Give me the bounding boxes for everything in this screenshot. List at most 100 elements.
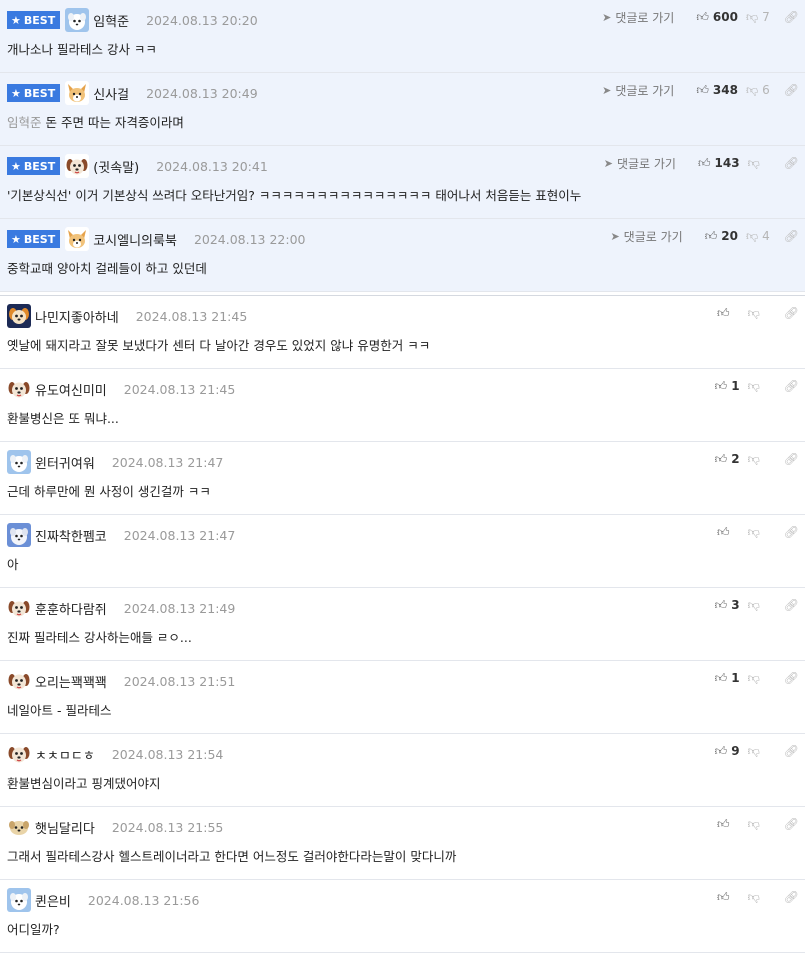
avatar[interactable]	[65, 154, 90, 178]
comment-date: 2024.08.13 21:54	[111, 746, 224, 762]
author-nick[interactable]: 진짜착한펨코	[35, 526, 107, 545]
comment-date: 2024.08.13 20:20	[146, 12, 258, 28]
thumbs-down-icon: 👎︎	[747, 816, 760, 831]
author-nick[interactable]: 햇님달리다	[35, 818, 95, 837]
like-button[interactable]: 👍︎ 3	[715, 598, 740, 613]
best-comment: ★ BEST 임혁준 2024.08.13 20:20 ➤ 댓글로 가기 👍︎ 600…	[0, 0, 805, 73]
dislike-button[interactable]: 👎︎	[748, 598, 770, 613]
go-to-reply-link[interactable]: ➤ 댓글로 가기	[604, 155, 676, 172]
link-icon[interactable]: 🔗︎	[784, 306, 799, 320]
like-button[interactable]: 👍︎ 348	[696, 83, 738, 98]
link-icon[interactable]: 🔗︎	[784, 452, 799, 466]
reply-mention[interactable]: 임혁준	[7, 115, 42, 130]
author-nick[interactable]: 퀸은비	[35, 891, 71, 910]
link-icon[interactable]: 🔗︎	[784, 671, 799, 685]
avatar[interactable]	[7, 450, 31, 474]
author-nick[interactable]: 오리는꽥꽥꽥	[35, 672, 107, 691]
avatar[interactable]	[7, 523, 31, 547]
avatar[interactable]	[65, 227, 90, 251]
thumbs-up-icon: 👍︎	[714, 743, 728, 758]
star-icon: ★	[11, 86, 21, 100]
like-button[interactable]: 👍︎ 1	[715, 671, 740, 686]
link-icon[interactable]: 🔗︎	[784, 83, 799, 97]
avatar[interactable]	[7, 742, 31, 766]
avatar[interactable]	[7, 596, 31, 620]
go-to-reply-link[interactable]: ➤ 댓글로 가기	[610, 228, 682, 245]
go-to-reply-link[interactable]: ➤ 댓글로 가기	[602, 82, 674, 99]
author-nick[interactable]: 유도여신미미	[35, 380, 107, 399]
dislike-button[interactable]: 👎︎	[748, 817, 770, 832]
author-nick[interactable]: 윈터귀여워	[35, 453, 95, 472]
dislike-button[interactable]: 👎︎	[748, 744, 770, 759]
like-button[interactable]: 👍︎ 2	[715, 452, 740, 467]
best-comment: ★ BEST (귓속말) 2024.08.13 20:41 ➤ 댓글로 가기 👍︎ 1…	[0, 146, 805, 219]
avatar[interactable]	[7, 304, 31, 328]
dislike-button[interactable]: 👎︎	[748, 890, 770, 905]
link-icon[interactable]: 🔗︎	[784, 229, 799, 243]
thumbs-up-icon: 👍︎	[717, 305, 730, 320]
thumbs-up-icon: 👍︎	[714, 378, 728, 393]
like-button[interactable]: 👍︎ 1	[715, 379, 740, 394]
author-nick[interactable]: 임혁준	[93, 11, 129, 30]
author-nick[interactable]: (귓속말)	[93, 157, 139, 176]
thumbs-up-icon: 👍︎	[714, 451, 728, 466]
thumbs-up-icon: 👍︎	[696, 82, 709, 97]
comment-date: 2024.08.13 21:47	[123, 527, 236, 543]
link-icon[interactable]: 🔗︎	[784, 744, 799, 758]
like-button[interactable]: 👍︎ 600	[696, 10, 738, 25]
comment-date: 2024.08.13 21:51	[123, 673, 236, 689]
thumbs-down-icon: 👎︎	[745, 82, 759, 97]
dislike-button[interactable]: 👎︎	[748, 452, 770, 467]
link-icon[interactable]: 🔗︎	[784, 817, 799, 831]
avatar[interactable]	[65, 81, 90, 105]
dislike-button[interactable]: 👎︎	[748, 525, 770, 540]
link-icon[interactable]: 🔗︎	[784, 379, 799, 393]
comment-header: 오리는꽥꽥꽥 2024.08.13 21:51	[7, 669, 235, 693]
go-to-reply-link[interactable]: ➤ 댓글로 가기	[602, 9, 674, 26]
link-icon[interactable]: 🔗︎	[784, 156, 799, 170]
dislike-button[interactable]: 👎︎	[748, 156, 770, 171]
like-button[interactable]: 👍︎	[717, 525, 740, 540]
dislike-button[interactable]: 👎︎	[748, 671, 770, 686]
like-button[interactable]: 👍︎	[717, 306, 740, 321]
like-button[interactable]: 👍︎ 9	[715, 744, 740, 759]
avatar[interactable]	[65, 8, 90, 32]
comment: 유도여신미미 2024.08.13 21:45 👍︎ 1 👎︎ 🔗︎ 환불병신은 …	[0, 369, 805, 442]
thumbs-up-icon: 👍︎	[697, 155, 711, 170]
dislike-button[interactable]: 👎︎ 4	[746, 229, 770, 244]
like-button[interactable]: 👍︎ 20	[705, 229, 738, 244]
best-badge: ★ BEST	[7, 230, 61, 248]
like-button[interactable]: 👍︎	[717, 817, 740, 832]
dislike-button[interactable]: 👎︎ 7	[746, 10, 770, 25]
avatar[interactable]	[7, 377, 31, 401]
dislike-button[interactable]: 👎︎ 6	[746, 83, 770, 98]
link-icon[interactable]: 🔗︎	[784, 890, 799, 904]
avatar[interactable]	[7, 815, 31, 839]
link-icon[interactable]: 🔗︎	[784, 598, 799, 612]
avatar[interactable]	[7, 888, 31, 912]
comment-date: 2024.08.13 21:56	[87, 892, 200, 908]
paper-plane-icon: ➤	[610, 229, 620, 243]
thumbs-down-icon: 👎︎	[745, 9, 759, 24]
comment-text: 중학교때 양아치 걸레들이 하고 있던데	[7, 261, 207, 276]
like-button[interactable]: 👍︎ 143	[698, 156, 740, 171]
like-button[interactable]: 👍︎	[717, 890, 740, 905]
link-icon[interactable]: 🔗︎	[784, 525, 799, 539]
comment: 진짜착한펨코 2024.08.13 21:47 👍︎ 👎︎ 🔗︎ 아	[0, 515, 805, 588]
comment-actions: 👍︎ 9 👎︎ 🔗︎	[707, 742, 799, 760]
link-icon[interactable]: 🔗︎	[784, 10, 799, 24]
author-nick[interactable]: ㅊㅊㅁㄷㅎ	[35, 745, 95, 764]
comment-header: ㅊㅊㅁㄷㅎ 2024.08.13 21:54	[7, 742, 223, 766]
comment-header: 윈터귀여워 2024.08.13 21:47	[7, 450, 223, 474]
author-nick[interactable]: 코시엘니의룩북	[93, 230, 177, 249]
comment-date: 2024.08.13 21:49	[123, 600, 236, 616]
comment-header: 퀸은비 2024.08.13 21:56	[7, 888, 199, 912]
author-nick[interactable]: 나민지좋아하네	[35, 307, 119, 326]
author-nick[interactable]: 훈훈하다람쥐	[35, 599, 107, 618]
comment-actions: 👍︎ 3 👎︎ 🔗︎	[707, 596, 799, 614]
author-nick[interactable]: 신사걸	[93, 84, 129, 103]
dislike-button[interactable]: 👎︎	[748, 379, 770, 394]
dislike-button[interactable]: 👎︎	[748, 306, 770, 321]
avatar[interactable]	[7, 669, 31, 693]
comment-text: 아	[7, 557, 19, 572]
